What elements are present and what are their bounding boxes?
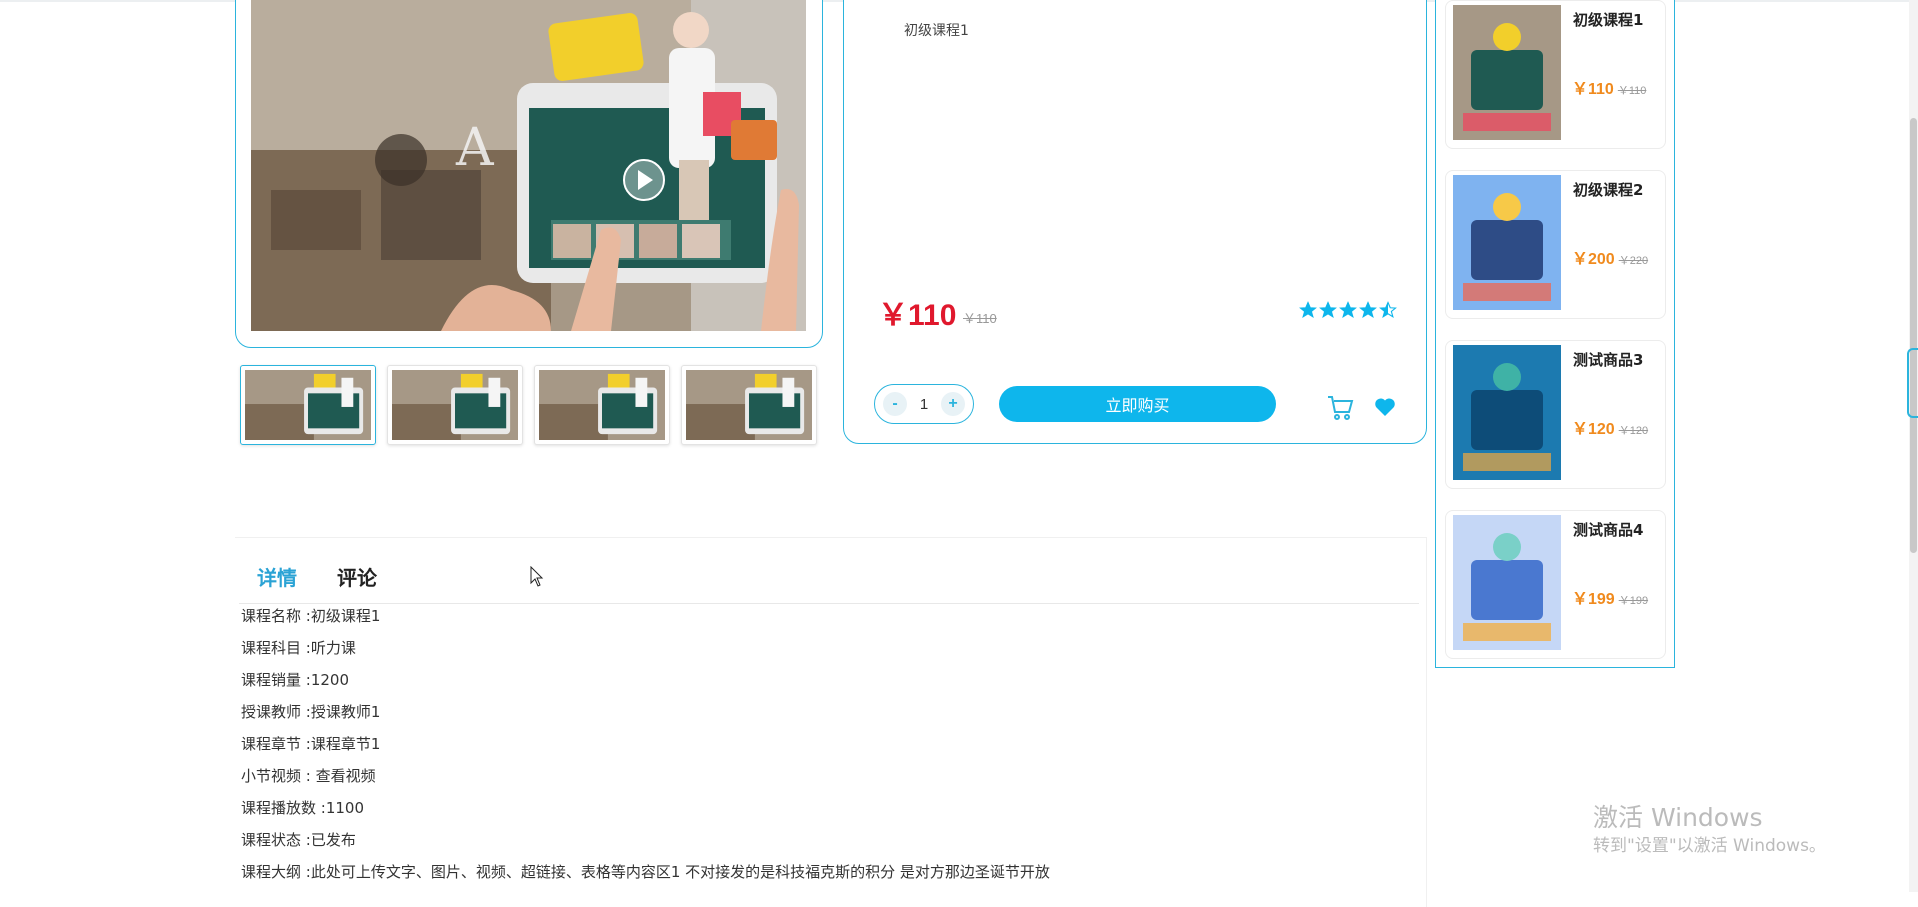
cart-icon[interactable] bbox=[1326, 393, 1354, 421]
thumbnail-image[interactable] bbox=[534, 365, 670, 445]
thumbnail-image[interactable] bbox=[681, 365, 817, 445]
star-icon bbox=[1299, 301, 1317, 323]
detail-row: 课程大纲 :此处可上传文字、图片、视频、超链接、表格等内容区1 不对接发的是科技… bbox=[241, 863, 1050, 881]
recommend-image[interactable] bbox=[1453, 175, 1561, 310]
activation-watermark-title: 激活 Windows bbox=[1593, 803, 1763, 832]
product-old-price: ￥110 bbox=[963, 311, 997, 326]
quantity-stepper: - 1 + bbox=[874, 384, 974, 424]
recommend-image[interactable] bbox=[1453, 515, 1561, 650]
recommend-price-row: ￥120 ￥120 bbox=[1572, 415, 1648, 439]
quantity-value[interactable]: 1 bbox=[920, 396, 928, 413]
heart-icon[interactable] bbox=[1373, 395, 1397, 419]
svg-text:A: A bbox=[455, 118, 495, 178]
main-course-image[interactable]: A bbox=[251, 0, 806, 331]
product-price: ￥110 bbox=[878, 299, 957, 332]
detail-row: 课程状态 :已发布 bbox=[241, 831, 356, 849]
recommend-price-row: ￥200 ￥220 bbox=[1572, 245, 1648, 269]
recommend-title[interactable]: 初级课程1 bbox=[1573, 9, 1643, 30]
product-description: 初级课程1 bbox=[904, 23, 969, 39]
scrollbar-thumb[interactable] bbox=[1910, 118, 1917, 553]
recommend-price-row: ￥110 ￥110 bbox=[1572, 75, 1646, 99]
thumbnail-image[interactable] bbox=[387, 365, 523, 445]
buy-now-button[interactable]: 立即购买 bbox=[999, 386, 1276, 422]
activation-watermark-subtitle: 转到"设置"以激活 Windows。 bbox=[1593, 836, 1826, 856]
tabs-divider bbox=[239, 603, 1419, 604]
mouse-cursor-icon bbox=[530, 565, 544, 588]
detail-row: 课程名称 :初级课程1 bbox=[241, 607, 381, 625]
recommend-title[interactable]: 测试商品4 bbox=[1573, 519, 1643, 540]
recommend-price-row: ￥199 ￥199 bbox=[1572, 585, 1648, 609]
recommend-price: ￥199 bbox=[1572, 591, 1615, 608]
recommend-old-price: ￥120 bbox=[1618, 425, 1649, 437]
recommend-title[interactable]: 初级课程2 bbox=[1573, 179, 1643, 200]
detail-panel bbox=[235, 537, 1427, 907]
detail-row: 小节视频 : 查看视频 bbox=[241, 767, 376, 785]
recommend-old-price: ￥220 bbox=[1618, 255, 1649, 267]
recommend-old-price: ￥110 bbox=[1617, 85, 1647, 97]
rating-stars bbox=[1299, 301, 1397, 323]
recommend-old-price: ￥199 bbox=[1618, 595, 1649, 607]
recommend-image[interactable] bbox=[1453, 5, 1561, 140]
star-icon bbox=[1319, 301, 1337, 323]
recommend-price: ￥120 bbox=[1572, 421, 1615, 438]
increase-button[interactable]: + bbox=[941, 392, 965, 416]
recommend-price: ￥110 bbox=[1572, 81, 1614, 98]
detail-row: 课程章节 :课程章节1 bbox=[241, 735, 381, 753]
play-icon[interactable] bbox=[623, 159, 665, 201]
star-icon bbox=[1339, 301, 1357, 323]
detail-row: 课程播放数 :1100 bbox=[241, 799, 364, 817]
recommend-title[interactable]: 测试商品3 bbox=[1573, 349, 1643, 370]
detail-row: 授课教师 :授课教师1 bbox=[241, 703, 381, 721]
product-info-card bbox=[843, 0, 1427, 444]
recommend-image[interactable] bbox=[1453, 345, 1561, 480]
tab-comments[interactable]: 评论 bbox=[337, 562, 377, 591]
star-icon bbox=[1379, 301, 1397, 323]
recommend-price: ￥200 bbox=[1572, 251, 1615, 268]
tab-details[interactable]: 详情 bbox=[257, 562, 297, 591]
thumbnail-image[interactable] bbox=[240, 365, 376, 445]
detail-row: 课程科目 :听力课 bbox=[241, 639, 356, 657]
decrease-button[interactable]: - bbox=[883, 392, 907, 416]
star-icon bbox=[1359, 301, 1377, 323]
detail-row: 课程销量 :1200 bbox=[241, 671, 349, 689]
floating-side-tab[interactable] bbox=[1907, 348, 1918, 418]
